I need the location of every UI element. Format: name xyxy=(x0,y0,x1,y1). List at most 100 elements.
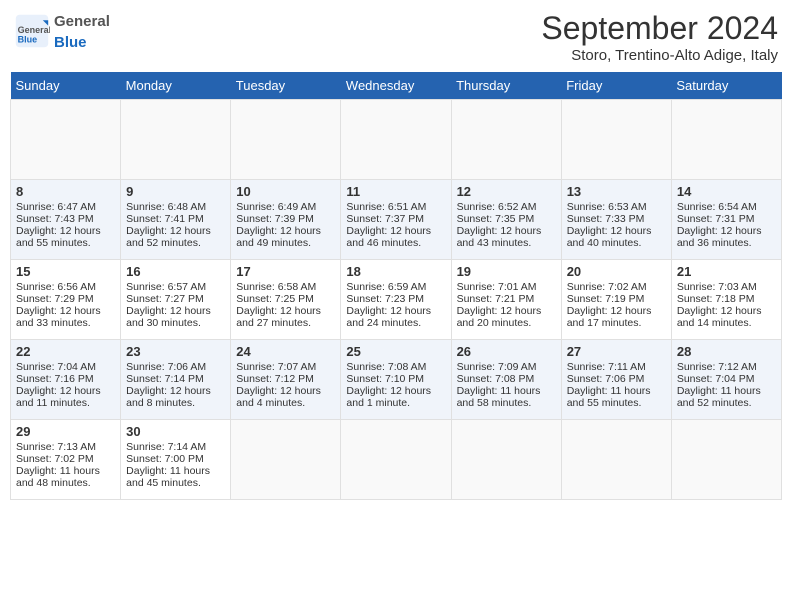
sunset: Sunset: 7:06 PM xyxy=(567,373,645,385)
sunset: Sunset: 7:39 PM xyxy=(236,213,314,225)
sunset: Sunset: 7:21 PM xyxy=(457,293,535,305)
sunrise: Sunrise: 7:03 AM xyxy=(677,281,757,293)
daylight: Daylight: 12 hours and 8 minutes. xyxy=(126,385,211,409)
sunset: Sunset: 7:37 PM xyxy=(346,213,424,225)
calendar-header-row: SundayMondayTuesdayWednesdayThursdayFrid… xyxy=(11,72,782,100)
sunrise: Sunrise: 6:59 AM xyxy=(346,281,426,293)
day-cell-27: 27 Sunrise: 7:11 AM Sunset: 7:06 PM Dayl… xyxy=(561,340,671,420)
day-number: 27 xyxy=(567,344,666,359)
daylight: Daylight: 11 hours and 48 minutes. xyxy=(16,465,100,489)
day-number: 19 xyxy=(457,264,556,279)
svg-text:Blue: Blue xyxy=(18,35,38,45)
sunrise: Sunrise: 7:08 AM xyxy=(346,361,426,373)
day-cell-14: 14 Sunrise: 6:54 AM Sunset: 7:31 PM Dayl… xyxy=(671,180,781,260)
day-header-tuesday: Tuesday xyxy=(231,72,341,100)
sunset: Sunset: 7:12 PM xyxy=(236,373,314,385)
daylight: Daylight: 12 hours and 24 minutes. xyxy=(346,305,431,329)
sunset: Sunset: 7:29 PM xyxy=(16,293,94,305)
day-cell-25: 25 Sunrise: 7:08 AM Sunset: 7:10 PM Dayl… xyxy=(341,340,451,420)
page-header: General Blue General Blue September 2024… xyxy=(10,10,782,64)
day-header-wednesday: Wednesday xyxy=(341,72,451,100)
day-cell-19: 19 Sunrise: 7:01 AM Sunset: 7:21 PM Dayl… xyxy=(451,260,561,340)
day-number: 12 xyxy=(457,184,556,199)
empty-cell xyxy=(341,100,451,180)
daylight: Daylight: 11 hours and 58 minutes. xyxy=(457,385,541,409)
logo: General Blue General Blue xyxy=(14,10,110,52)
empty-cell xyxy=(671,420,781,500)
sunrise: Sunrise: 6:51 AM xyxy=(346,201,426,213)
sunrise: Sunrise: 7:06 AM xyxy=(126,361,206,373)
sunset: Sunset: 7:31 PM xyxy=(677,213,755,225)
week-row-4: 22 Sunrise: 7:04 AM Sunset: 7:16 PM Dayl… xyxy=(11,340,782,420)
sunset: Sunset: 7:35 PM xyxy=(457,213,535,225)
sunset: Sunset: 7:25 PM xyxy=(236,293,314,305)
day-header-monday: Monday xyxy=(121,72,231,100)
day-number: 13 xyxy=(567,184,666,199)
day-header-sunday: Sunday xyxy=(11,72,121,100)
sunset: Sunset: 7:02 PM xyxy=(16,453,94,465)
day-cell-23: 23 Sunrise: 7:06 AM Sunset: 7:14 PM Dayl… xyxy=(121,340,231,420)
daylight: Daylight: 12 hours and 20 minutes. xyxy=(457,305,542,329)
empty-cell xyxy=(231,420,341,500)
daylight: Daylight: 12 hours and 40 minutes. xyxy=(567,225,652,249)
sunrise: Sunrise: 7:02 AM xyxy=(567,281,647,293)
day-cell-9: 9 Sunrise: 6:48 AM Sunset: 7:41 PM Dayli… xyxy=(121,180,231,260)
day-cell-18: 18 Sunrise: 6:59 AM Sunset: 7:23 PM Dayl… xyxy=(341,260,451,340)
daylight: Daylight: 12 hours and 43 minutes. xyxy=(457,225,542,249)
sunset: Sunset: 7:00 PM xyxy=(126,453,204,465)
sunset: Sunset: 7:41 PM xyxy=(126,213,204,225)
day-header-saturday: Saturday xyxy=(671,72,781,100)
day-cell-21: 21 Sunrise: 7:03 AM Sunset: 7:18 PM Dayl… xyxy=(671,260,781,340)
day-number: 30 xyxy=(126,424,225,439)
sunrise: Sunrise: 7:07 AM xyxy=(236,361,316,373)
week-row-3: 15 Sunrise: 6:56 AM Sunset: 7:29 PM Dayl… xyxy=(11,260,782,340)
sunset: Sunset: 7:04 PM xyxy=(677,373,755,385)
month-year: September 2024 xyxy=(541,10,778,47)
day-number: 10 xyxy=(236,184,335,199)
day-cell-22: 22 Sunrise: 7:04 AM Sunset: 7:16 PM Dayl… xyxy=(11,340,121,420)
sunrise: Sunrise: 7:01 AM xyxy=(457,281,537,293)
day-cell-16: 16 Sunrise: 6:57 AM Sunset: 7:27 PM Dayl… xyxy=(121,260,231,340)
day-number: 29 xyxy=(16,424,115,439)
sunrise: Sunrise: 7:14 AM xyxy=(126,441,206,453)
day-header-friday: Friday xyxy=(561,72,671,100)
daylight: Daylight: 12 hours and 17 minutes. xyxy=(567,305,652,329)
location: Storo, Trentino-Alto Adige, Italy xyxy=(541,47,778,64)
day-number: 22 xyxy=(16,344,115,359)
day-cell-13: 13 Sunrise: 6:53 AM Sunset: 7:33 PM Dayl… xyxy=(561,180,671,260)
empty-cell xyxy=(341,420,451,500)
day-number: 24 xyxy=(236,344,335,359)
daylight: Daylight: 11 hours and 52 minutes. xyxy=(677,385,761,409)
day-number: 9 xyxy=(126,184,225,199)
day-number: 23 xyxy=(126,344,225,359)
day-number: 20 xyxy=(567,264,666,279)
sunset: Sunset: 7:14 PM xyxy=(126,373,204,385)
day-cell-28: 28 Sunrise: 7:12 AM Sunset: 7:04 PM Dayl… xyxy=(671,340,781,420)
sunset: Sunset: 7:10 PM xyxy=(346,373,424,385)
title-block: September 2024 Storo, Trentino-Alto Adig… xyxy=(541,10,778,64)
daylight: Daylight: 12 hours and 52 minutes. xyxy=(126,225,211,249)
sunrise: Sunrise: 6:48 AM xyxy=(126,201,206,213)
daylight: Daylight: 11 hours and 45 minutes. xyxy=(126,465,210,489)
day-cell-17: 17 Sunrise: 6:58 AM Sunset: 7:25 PM Dayl… xyxy=(231,260,341,340)
week-row-1 xyxy=(11,100,782,180)
empty-cell xyxy=(11,100,121,180)
daylight: Daylight: 11 hours and 55 minutes. xyxy=(567,385,651,409)
sunset: Sunset: 7:27 PM xyxy=(126,293,204,305)
daylight: Daylight: 12 hours and 1 minute. xyxy=(346,385,431,409)
day-number: 11 xyxy=(346,184,445,199)
day-cell-11: 11 Sunrise: 6:51 AM Sunset: 7:37 PM Dayl… xyxy=(341,180,451,260)
daylight: Daylight: 12 hours and 27 minutes. xyxy=(236,305,321,329)
calendar-body: 8 Sunrise: 6:47 AM Sunset: 7:43 PM Dayli… xyxy=(11,100,782,500)
sunrise: Sunrise: 7:13 AM xyxy=(16,441,96,453)
sunset: Sunset: 7:43 PM xyxy=(16,213,94,225)
day-number: 28 xyxy=(677,344,776,359)
empty-cell xyxy=(451,420,561,500)
day-number: 17 xyxy=(236,264,335,279)
sunrise: Sunrise: 6:58 AM xyxy=(236,281,316,293)
empty-cell xyxy=(121,100,231,180)
calendar-table: SundayMondayTuesdayWednesdayThursdayFrid… xyxy=(10,72,782,500)
day-number: 25 xyxy=(346,344,445,359)
daylight: Daylight: 12 hours and 30 minutes. xyxy=(126,305,211,329)
daylight: Daylight: 12 hours and 46 minutes. xyxy=(346,225,431,249)
